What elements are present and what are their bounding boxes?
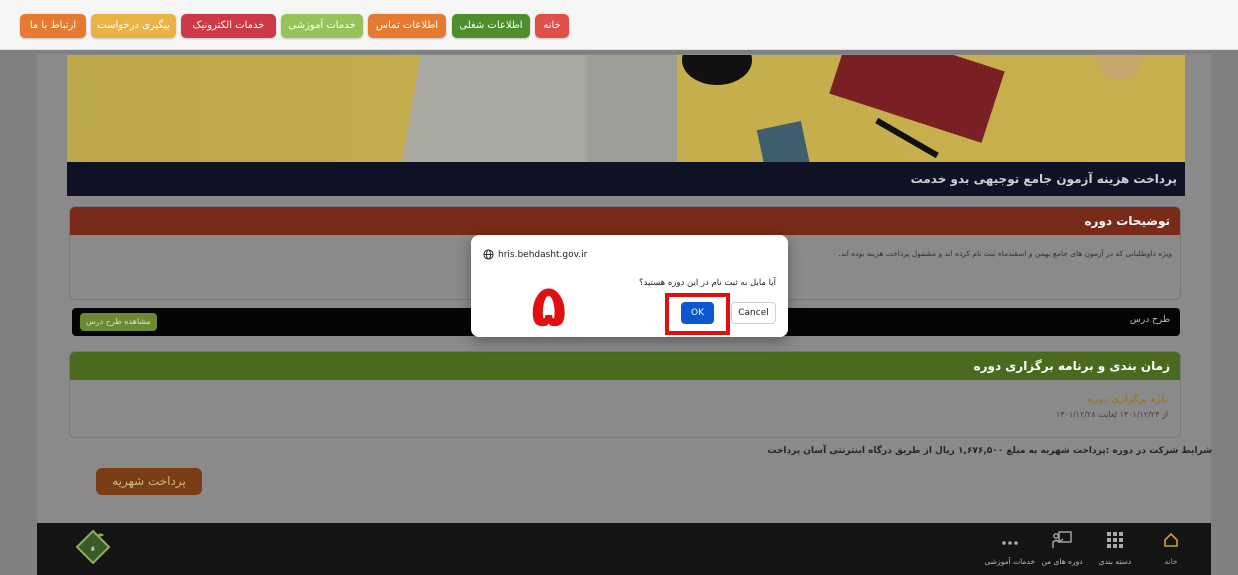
teacher-board-icon (1052, 531, 1072, 548)
schedule-header: زمان بندی و برنامه برگزاری دوره (70, 352, 1180, 380)
view-lesson-plan-button[interactable]: مشاهده طرح درس (80, 313, 157, 331)
svg-text:ﺀ: ﺀ (91, 544, 96, 554)
footer-item-education-services[interactable]: خدمات آموزشی (985, 529, 1035, 566)
bottom-navigation: ﺀ خانه دسته بندی دوره های من خدمات آموزش… (37, 523, 1211, 575)
confirm-dialog: hris.behdasht.gov.ir آیا مایل به ثبت نام… (471, 235, 788, 337)
home-icon (1164, 532, 1178, 547)
nav-home[interactable]: خانه (535, 14, 569, 38)
cancel-button[interactable]: Cancel (731, 302, 776, 324)
nav-request-tracking[interactable]: پیگیری درخواست (91, 14, 176, 38)
grid-icon (1107, 532, 1123, 548)
nav-electronic-services[interactable]: خدمات الکترونیک (181, 14, 276, 38)
footer-item-my-courses[interactable]: دوره های من (1037, 529, 1087, 566)
site-logo-icon: ﺀ (75, 529, 111, 565)
more-dots-icon (1002, 541, 1018, 545)
participation-conditions: شرایط شرکت در دوره :پرداخت شهریه به مبلغ… (767, 446, 1212, 456)
footer-home-label: خانه (1164, 557, 1178, 566)
pay-tuition-button[interactable]: پرداخت شهریه (96, 468, 202, 495)
description-text: ویژه داوطلبانی که در آزمون های جامع بهمن… (838, 249, 1172, 258)
nav-contact-us[interactable]: ارتباط با ما (20, 14, 86, 38)
footer-education-services-label: خدمات آموزشی (984, 557, 1035, 566)
course-range-title: بازه برگزاری دوره (1087, 395, 1168, 405)
footer-item-categories[interactable]: دسته بندی (1090, 529, 1140, 566)
nav-contact-info[interactable]: اطلاعات تماس (368, 14, 446, 38)
step-number-annotation: ۵ (531, 272, 567, 340)
dialog-origin: hris.behdasht.gov.ir (483, 249, 587, 260)
footer-categories-label: دسته بندی (1098, 557, 1132, 566)
footer-my-courses-label: دوره های من (1041, 557, 1083, 566)
description-header: توضیحات دوره (70, 207, 1180, 235)
course-range-dates: از ۱۴۰۱/۱۲/۲۴ لغایت ۱۴۰۱/۱۲/۲۸ (1055, 410, 1168, 419)
nav-education-services[interactable]: خدمات آموزشی (281, 14, 363, 38)
nav-job-info[interactable]: اطلاعات شغلی (452, 14, 530, 38)
footer-item-home[interactable]: خانه (1146, 529, 1196, 566)
globe-icon (483, 249, 494, 260)
schedule-section: زمان بندی و برنامه برگزاری دوره بازه برگ… (69, 351, 1181, 438)
course-title: پرداخت هزینه آزمون جامع توجیهی بدو خدمت (67, 162, 1185, 196)
lesson-plan-label: طرح درس (1129, 315, 1170, 325)
dialog-origin-text: hris.behdasht.gov.ir (498, 249, 588, 260)
top-navigation: خانه اطلاعات شغلی اطلاعات تماس خدمات آمو… (0, 0, 1238, 50)
ok-button[interactable]: OK (681, 302, 714, 324)
dialog-message: آیا مایل به ثبت نام در این دوره هستید؟ (638, 278, 776, 288)
course-banner-image (67, 55, 1185, 162)
